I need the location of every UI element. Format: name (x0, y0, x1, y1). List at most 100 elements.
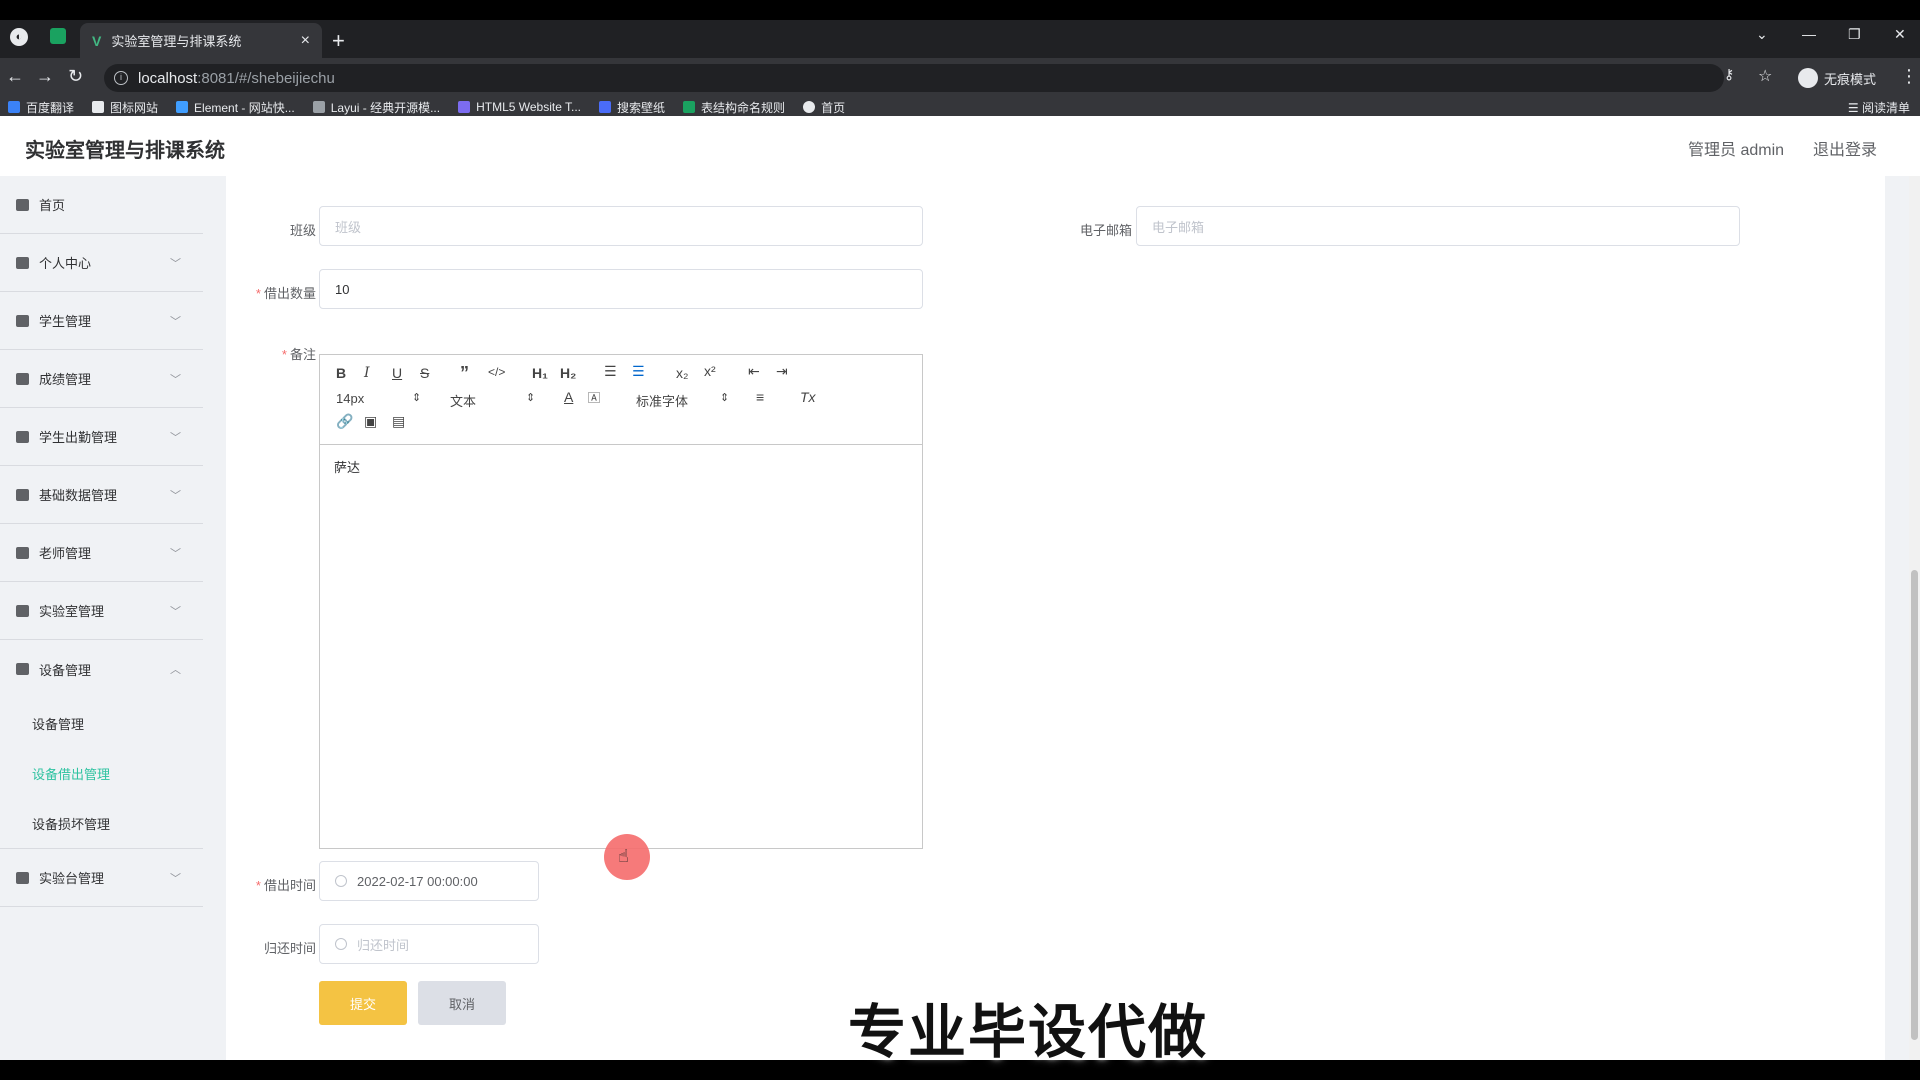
required-mark: * (281, 347, 287, 362)
translate-icon (8, 101, 20, 113)
reload-icon[interactable]: ↻ (68, 66, 83, 87)
chevron-down-icon: ﹀ (170, 316, 181, 328)
quantity-input[interactable]: 10 (319, 269, 923, 309)
students-icon (16, 314, 29, 327)
address-bar: ← → ↻ i localhost:8081/#/shebeijiechu ⚷ … (0, 58, 1920, 98)
code-icon[interactable]: </> (488, 365, 505, 379)
menu-kebab-icon[interactable]: ⋮ (1900, 66, 1918, 87)
ordered-list-icon[interactable]: ☰ (604, 363, 617, 380)
video-icon[interactable]: ▤ (392, 413, 405, 430)
reading-list[interactable]: ☰ 阅读清单 (1848, 99, 1910, 116)
email-input[interactable]: 电子邮箱 (1136, 206, 1740, 246)
scrollbar-thumb[interactable] (1911, 570, 1918, 1040)
sidebar-item-students[interactable]: 学生管理 ﹀ (0, 292, 203, 350)
sidebar-item-equipment[interactable]: 设备管理 ︿ (0, 640, 203, 698)
align-icon[interactable]: ≡ (756, 389, 764, 405)
return-time-picker[interactable]: 归还时间 (319, 924, 539, 964)
header-select[interactable]: 文本 (450, 391, 476, 410)
bookmark-item[interactable]: Element - 网站快... (176, 99, 295, 116)
current-user: 管理员 admin (1688, 142, 1785, 159)
attendance-icon (16, 430, 29, 443)
bookmark-item[interactable]: 搜索壁纸 (599, 99, 665, 116)
chevron-down-icon: ﹀ (170, 258, 181, 270)
chevron-down-icon: ﹀ (170, 374, 181, 386)
sidebar-item-teachers[interactable]: 老师管理 ﹀ (0, 524, 203, 582)
app-title: 实验室管理与排课系统 (25, 140, 225, 162)
borrow-time-picker[interactable]: 2022-02-17 00:00:00 (319, 861, 539, 901)
remark-label: * 备注 (281, 347, 316, 362)
bold-icon[interactable]: B (336, 365, 346, 381)
h1-icon[interactable]: H₁ (532, 365, 548, 381)
close-tab-icon[interactable]: × (301, 32, 310, 50)
editor-content[interactable]: 萨达 (334, 457, 360, 476)
browser-tab-active[interactable]: V 实验室管理与排课系统 × (80, 23, 322, 58)
class-label: 班级 (289, 223, 316, 238)
restore-icon[interactable]: ❐ (1848, 26, 1861, 43)
sidebar-item-labs[interactable]: 实验室管理 ﹀ (0, 582, 203, 640)
sidebar-item-home[interactable]: 首页 (0, 176, 203, 234)
page-scrollbar[interactable] (1909, 176, 1920, 1060)
clear-format-icon[interactable]: Tx (800, 389, 816, 405)
indent-icon[interactable]: ⇥ (776, 363, 788, 380)
italic-icon[interactable]: I (364, 365, 370, 381)
font-color-icon[interactable]: A (564, 389, 573, 405)
superscript-icon[interactable]: x² (704, 363, 716, 379)
link-icon[interactable]: 🔗 (336, 413, 353, 430)
bookmark-item[interactable]: 图标网站 (92, 99, 158, 116)
chevron-down-icon: ﹀ (170, 873, 181, 885)
bookmark-star-icon[interactable]: ☆ (1758, 66, 1772, 86)
strike-icon[interactable]: S (420, 365, 429, 381)
quantity-label: * 借出数量 (255, 286, 316, 301)
url-input[interactable]: i localhost:8081/#/shebeijiechu (104, 64, 1724, 92)
url-path: :8081/#/shebeijiechu (197, 69, 335, 87)
class-input[interactable]: 班级 (319, 206, 923, 246)
flag-icon (92, 101, 105, 113)
close-window-icon[interactable]: ✕ (1894, 26, 1906, 43)
font-size-select[interactable]: 14px (336, 391, 364, 406)
blockquote-icon[interactable]: ” (460, 363, 469, 384)
outdent-icon[interactable]: ⇤ (748, 363, 760, 380)
submenu-equipment-borrow[interactable]: 设备借出管理 (0, 748, 203, 798)
bookmark-item[interactable]: 首页 (803, 99, 845, 116)
bookmark-item[interactable]: Layui - 经典开源模... (312, 99, 440, 116)
globe-icon (803, 101, 816, 113)
font-family-select[interactable]: 标准字体 (636, 391, 688, 410)
sliders-icon (16, 663, 29, 675)
bookmark-item[interactable]: 表结构命名规则 (683, 99, 785, 116)
list-icon (16, 604, 29, 617)
forward-icon[interactable]: → (36, 66, 54, 87)
app-page: 实验室管理与排课系统 管理员 admin 退出登录 首页 个人中心 ﹀ 学生管理 ﹀… (0, 116, 1920, 1060)
cancel-button[interactable]: 取消 (418, 981, 506, 1025)
email-label: 电子邮箱 (1079, 223, 1132, 238)
submit-button[interactable]: 提交 (319, 981, 407, 1025)
logout-link[interactable]: 退出登录 (1813, 136, 1877, 160)
sidebar-item-benches[interactable]: 实验台管理 ﹀ (0, 849, 203, 907)
site-info-icon[interactable]: i (114, 71, 128, 85)
new-tab-icon[interactable]: + (332, 28, 345, 54)
back-icon[interactable]: ← (6, 66, 24, 87)
h2-icon[interactable]: H₂ (560, 365, 576, 381)
incognito-label: 无痕模式 (1824, 71, 1877, 87)
sidebar-item-attendance[interactable]: 学生出勤管理 ﹀ (0, 408, 203, 466)
tab-search-icon[interactable]: ⌄ (1756, 26, 1768, 43)
submenu-equipment[interactable]: 设备管理 (0, 698, 203, 748)
key-icon[interactable]: ⚷ (1724, 66, 1734, 83)
sidebar-item-grades[interactable]: 成绩管理 ﹀ (0, 350, 203, 408)
clock-icon (335, 938, 347, 950)
bookmark-item[interactable]: 百度翻译 (8, 99, 74, 116)
bookmarks-bar: 百度翻译 图标网站 Element - 网站快... Layui - 经典开源模… (0, 98, 1920, 116)
html5-icon (458, 101, 471, 113)
sidebar-item-base-data[interactable]: 基础数据管理 ﹀ (0, 466, 203, 524)
underline-icon[interactable]: U (392, 365, 402, 381)
subscript-icon[interactable]: x₂ (676, 365, 688, 381)
sidebar-item-profile[interactable]: 个人中心 ﹀ (0, 234, 203, 292)
image-icon[interactable]: ▣ (364, 413, 377, 430)
bullet-list-icon[interactable]: ☰ (632, 363, 645, 380)
pinned-tab-icon[interactable] (50, 28, 66, 44)
bookmark-item[interactable]: HTML5 Website T... (458, 100, 581, 114)
browser-app-icon[interactable]: ◐ (10, 28, 28, 46)
minimize-icon[interactable]: — (1802, 26, 1816, 42)
submenu-equipment-damage[interactable]: 设备损坏管理 (0, 798, 203, 848)
background-color-icon[interactable]: 🄰 (588, 389, 600, 406)
incognito-badge[interactable]: 无痕模式 (1794, 65, 1886, 91)
